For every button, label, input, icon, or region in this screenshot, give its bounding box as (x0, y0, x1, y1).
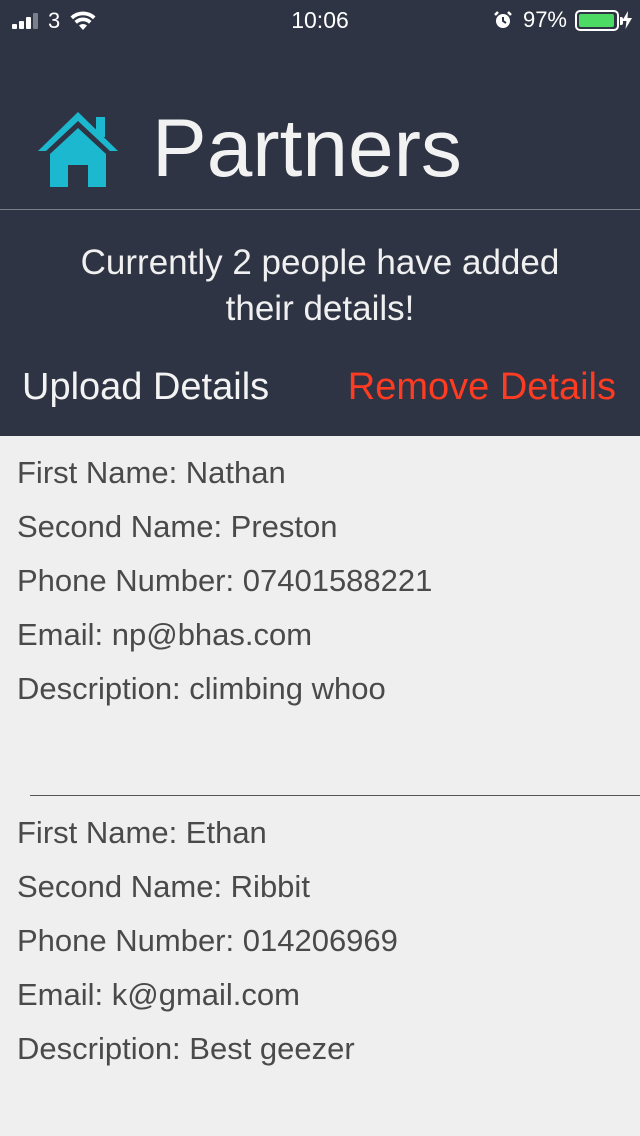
first-name: First Name: Nathan (17, 455, 286, 490)
email: Email: k@gmail.com (17, 977, 300, 1012)
first-name: First Name: Ethan (17, 815, 267, 850)
battery-percent: 97% (522, 7, 567, 32)
alarm-icon (494, 11, 512, 28)
status-bar: 3 10:06 97% (0, 0, 640, 40)
summary-line-1: Currently 2 people have added (80, 243, 560, 282)
charging-bolt-icon (622, 11, 632, 29)
battery-fill (579, 13, 614, 27)
actions-row: Upload Details Remove Details (0, 366, 640, 412)
partner-count-summary: Currently 2 people have added their deta… (0, 240, 640, 332)
upload-details-button[interactable]: Upload Details (22, 366, 269, 409)
phone-number: Phone Number: 014206969 (17, 923, 398, 958)
partner-entry: First Name: Ethan Second Name: Ribbit Ph… (17, 806, 637, 1076)
entry-separator (30, 795, 640, 796)
partner-entry: First Name: Nathan Second Name: Preston … (17, 446, 637, 716)
summary-line-2: their details! (225, 289, 415, 328)
status-right: 97% (493, 7, 632, 33)
partners-list[interactable]: First Name: Nathan Second Name: Preston … (0, 436, 640, 1136)
battery-icon (575, 9, 623, 31)
header-divider (0, 209, 640, 210)
page-title: Partners (152, 103, 462, 194)
header: 3 10:06 97% Partners Currently 2 people … (0, 0, 640, 436)
home-icon[interactable] (36, 109, 120, 189)
phone-number: Phone Number: 07401588221 (17, 563, 433, 598)
email: Email: np@bhas.com (17, 617, 313, 652)
remove-details-button[interactable]: Remove Details (348, 366, 616, 409)
title-row: Partners (36, 108, 462, 190)
description: Description: climbing whoo (17, 671, 386, 706)
second-name: Second Name: Preston (17, 509, 338, 544)
second-name: Second Name: Ribbit (17, 869, 310, 904)
description: Description: Best geezer (17, 1031, 355, 1066)
